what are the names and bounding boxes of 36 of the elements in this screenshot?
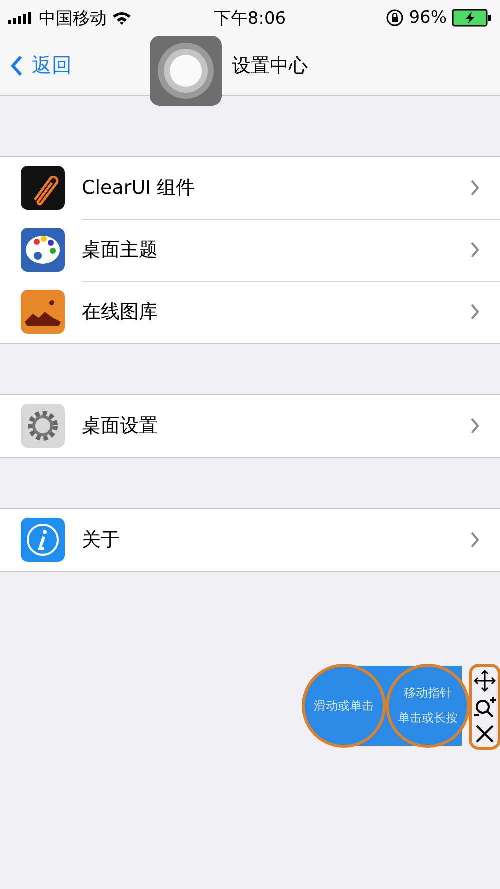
battery-icon xyxy=(452,9,492,27)
chevron-left-icon xyxy=(10,54,24,76)
chevron-right-icon xyxy=(470,532,480,548)
chevron-right-icon xyxy=(470,304,480,320)
gear-icon xyxy=(21,404,65,448)
rotation-lock-icon xyxy=(386,9,404,27)
row-label: 在线图库 xyxy=(82,300,158,325)
palette-icon xyxy=(21,228,65,272)
assistive-touch-button[interactable] xyxy=(150,36,222,106)
chevron-right-icon xyxy=(470,180,480,196)
chevron-right-icon xyxy=(470,418,480,434)
wifi-icon xyxy=(112,11,132,25)
row-label: 关于 xyxy=(82,528,120,553)
battery-percent: 96% xyxy=(409,8,447,28)
back-button[interactable]: 返回 xyxy=(0,52,82,79)
settings-row[interactable]: 桌面设置 xyxy=(0,395,500,457)
move-icon[interactable] xyxy=(474,670,496,692)
carrier-name: 中国移动 xyxy=(39,8,107,30)
chevron-right-icon xyxy=(470,242,480,258)
row-label: 桌面设置 xyxy=(82,414,158,439)
info-icon xyxy=(21,518,65,562)
landscape-icon xyxy=(21,290,65,334)
page-title: 设置中心 xyxy=(232,54,308,78)
settings-row[interactable]: ClearUI 组件 xyxy=(0,157,500,219)
button-caption: 移动指针 xyxy=(404,685,452,702)
signal-icon xyxy=(8,12,34,24)
row-label: ClearUI 组件 xyxy=(82,176,196,200)
settings-row[interactable]: 在线图库 xyxy=(0,281,500,343)
button-caption: 单击或长按 xyxy=(398,710,458,727)
status-time: 下午8:06 xyxy=(214,8,286,30)
zoom-icon[interactable] xyxy=(474,696,496,719)
row-label: 桌面主题 xyxy=(82,238,158,262)
close-icon[interactable] xyxy=(475,724,495,744)
paperclip-icon xyxy=(21,166,65,210)
settings-row[interactable]: 关于 xyxy=(0,509,500,571)
settings-row[interactable]: 桌面主题 xyxy=(0,219,500,281)
